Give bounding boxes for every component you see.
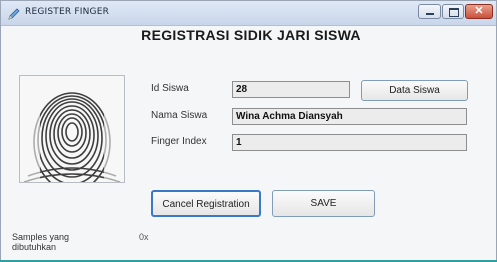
fingerprint-image (19, 75, 125, 183)
nama-siswa-label: Nama Siswa (151, 110, 208, 121)
samples-count: 0x (139, 232, 149, 242)
pen-icon (7, 6, 21, 20)
register-finger-window: REGISTER FINGER ✕ REGISTRASI SIDIK JARI … (0, 0, 497, 262)
finger-index-label: Finger Index (151, 136, 207, 147)
window-title: REGISTER FINGER (25, 7, 110, 17)
id-siswa-label: Id Siswa (151, 83, 189, 94)
maximize-icon[interactable] (442, 4, 464, 19)
id-siswa-field[interactable]: 28 (232, 81, 350, 98)
title-bar[interactable]: REGISTER FINGER ✕ (1, 1, 496, 26)
save-button[interactable]: SAVE (272, 190, 375, 217)
page-title: REGISTRASI SIDIK JARI SISWA (141, 27, 361, 43)
minimize-icon[interactable] (418, 4, 441, 19)
close-icon[interactable]: ✕ (465, 4, 493, 19)
nama-siswa-field[interactable]: Wina Achma Diansyah (232, 108, 467, 125)
cancel-registration-button[interactable]: Cancel Registration (151, 190, 261, 217)
samples-label: Samples yang dibutuhkan (12, 232, 70, 252)
finger-index-field[interactable]: 1 (232, 134, 467, 151)
data-siswa-button[interactable]: Data Siswa (361, 80, 468, 101)
